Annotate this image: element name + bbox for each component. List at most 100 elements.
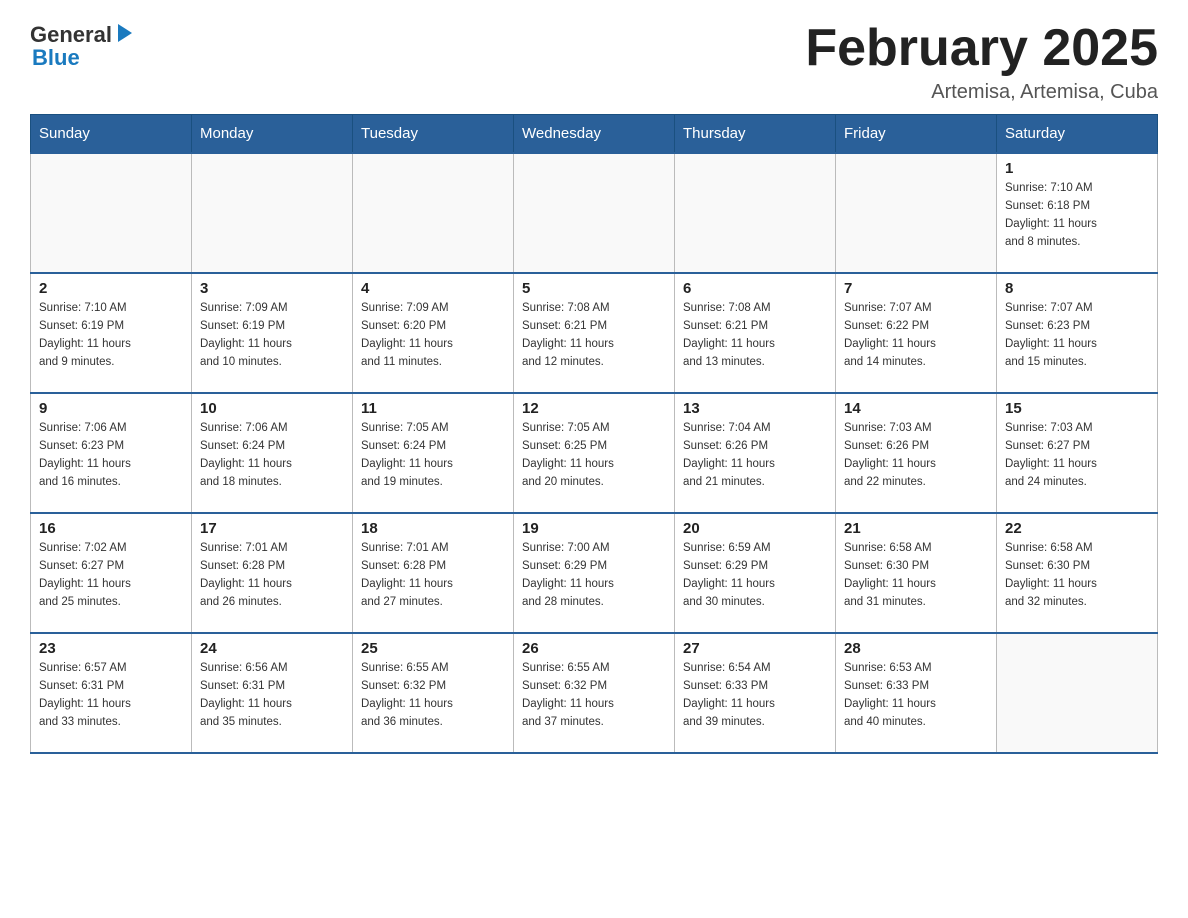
location-title: Artemisa, Artemisa, Cuba — [805, 81, 1158, 104]
calendar-day-cell: 21 Sunrise: 6:58 AMSunset: 6:30 PMDayligh… — [836, 513, 997, 633]
day-info: Sunrise: 6:55 AMSunset: 6:32 PMDaylight:… — [361, 660, 505, 731]
calendar-day-cell: 16 Sunrise: 7:02 AMSunset: 6:27 PMDayligh… — [31, 513, 192, 633]
day-info: Sunrise: 7:06 AMSunset: 6:24 PMDaylight:… — [200, 420, 344, 491]
day-number: 3 — [200, 280, 344, 297]
calendar-day-cell: 2Sunrise: 7:10 AMSunset: 6:19 PMDaylight… — [31, 273, 192, 393]
day-info: Sunrise: 7:09 AMSunset: 6:19 PMDaylight:… — [200, 300, 344, 371]
day-number: 22 — [1005, 520, 1149, 537]
day-number: 10 — [200, 400, 344, 417]
calendar-day-cell: 18 Sunrise: 7:01 AMSunset: 6:28 PMDayligh… — [353, 513, 514, 633]
weekday-header: Monday — [192, 115, 353, 154]
day-number: 7 — [844, 280, 988, 297]
day-info: Sunrise: 7:02 AMSunset: 6:27 PMDaylight:… — [39, 540, 183, 611]
calendar-day-cell: 8 Sunrise: 7:07 AMSunset: 6:23 PMDaylight… — [997, 273, 1158, 393]
calendar-day-cell: 4 Sunrise: 7:09 AMSunset: 6:20 PMDaylight… — [353, 273, 514, 393]
weekday-header: Thursday — [675, 115, 836, 154]
day-number: 21 — [844, 520, 988, 537]
day-info: Sunrise: 6:53 AMSunset: 6:33 PMDaylight:… — [844, 660, 988, 731]
calendar-day-cell: 17Sunrise: 7:01 AMSunset: 6:28 PMDayligh… — [192, 513, 353, 633]
day-info: Sunrise: 7:03 AMSunset: 6:26 PMDaylight:… — [844, 420, 988, 491]
day-number: 6 — [683, 280, 827, 297]
day-number: 16 — [39, 520, 183, 537]
day-number: 15 — [1005, 400, 1149, 417]
calendar-day-cell: 28Sunrise: 6:53 AMSunset: 6:33 PMDayligh… — [836, 633, 997, 753]
calendar-day-cell: 1 Sunrise: 7:10 AMSunset: 6:18 PMDaylight… — [997, 153, 1158, 273]
logo-blue-text: Blue — [32, 45, 80, 70]
day-number: 18 — [361, 520, 505, 537]
calendar-week-row: 1 Sunrise: 7:10 AMSunset: 6:18 PMDaylight… — [31, 153, 1158, 273]
weekday-header: Tuesday — [353, 115, 514, 154]
calendar-day-cell — [353, 153, 514, 273]
day-info: Sunrise: 7:03 AMSunset: 6:27 PMDaylight:… — [1005, 420, 1149, 491]
day-info: Sunrise: 7:05 AMSunset: 6:24 PMDaylight:… — [361, 420, 505, 491]
calendar-day-cell: 23 Sunrise: 6:57 AMSunset: 6:31 PMDayligh… — [31, 633, 192, 753]
calendar-week-row: 9Sunrise: 7:06 AMSunset: 6:23 PMDaylight… — [31, 393, 1158, 513]
title-area: February 2025 Artemisa, Artemisa, Cuba — [805, 20, 1158, 104]
logo: General Blue — [30, 20, 136, 71]
calendar-day-cell: 9Sunrise: 7:06 AMSunset: 6:23 PMDaylight… — [31, 393, 192, 513]
day-info: Sunrise: 6:58 AMSunset: 6:30 PMDaylight:… — [844, 540, 988, 611]
day-number: 11 — [361, 400, 505, 417]
day-info: Sunrise: 7:01 AMSunset: 6:28 PMDaylight:… — [200, 540, 344, 611]
day-number: 5 — [522, 280, 666, 297]
day-number: 23 — [39, 640, 183, 657]
calendar-day-cell: 26 Sunrise: 6:55 AMSunset: 6:32 PMDayligh… — [514, 633, 675, 753]
day-number: 25 — [361, 640, 505, 657]
weekday-header: Wednesday — [514, 115, 675, 154]
day-info: Sunrise: 7:05 AMSunset: 6:25 PMDaylight:… — [522, 420, 666, 491]
calendar-day-cell: 6Sunrise: 7:08 AMSunset: 6:21 PMDaylight… — [675, 273, 836, 393]
day-info: Sunrise: 7:09 AMSunset: 6:20 PMDaylight:… — [361, 300, 505, 371]
calendar-day-cell: 22 Sunrise: 6:58 AMSunset: 6:30 PMDayligh… — [997, 513, 1158, 633]
weekday-header: Saturday — [997, 115, 1158, 154]
day-number: 8 — [1005, 280, 1149, 297]
logo-arrow-icon — [114, 22, 136, 44]
day-info: Sunrise: 6:59 AMSunset: 6:29 PMDaylight:… — [683, 540, 827, 611]
day-number: 1 — [1005, 160, 1149, 177]
day-number: 27 — [683, 640, 827, 657]
day-info: Sunrise: 7:10 AMSunset: 6:18 PMDaylight:… — [1005, 180, 1149, 251]
calendar-week-row: 2Sunrise: 7:10 AMSunset: 6:19 PMDaylight… — [31, 273, 1158, 393]
calendar-day-cell: 24Sunrise: 6:56 AMSunset: 6:31 PMDayligh… — [192, 633, 353, 753]
logo-general-text: General — [30, 22, 112, 48]
calendar-day-cell: 15 Sunrise: 7:03 AMSunset: 6:27 PMDayligh… — [997, 393, 1158, 513]
day-info: Sunrise: 7:10 AMSunset: 6:19 PMDaylight:… — [39, 300, 183, 371]
calendar-day-cell: 13 Sunrise: 7:04 AMSunset: 6:26 PMDayligh… — [675, 393, 836, 513]
weekday-header: Sunday — [31, 115, 192, 154]
calendar-day-cell: 10 Sunrise: 7:06 AMSunset: 6:24 PMDayligh… — [192, 393, 353, 513]
day-info: Sunrise: 7:06 AMSunset: 6:23 PMDaylight:… — [39, 420, 183, 491]
calendar-day-cell: 11 Sunrise: 7:05 AMSunset: 6:24 PMDayligh… — [353, 393, 514, 513]
day-info: Sunrise: 6:58 AMSunset: 6:30 PMDaylight:… — [1005, 540, 1149, 611]
day-number: 26 — [522, 640, 666, 657]
day-info: Sunrise: 7:07 AMSunset: 6:22 PMDaylight:… — [844, 300, 988, 371]
calendar-day-cell: 27 Sunrise: 6:54 AMSunset: 6:33 PMDayligh… — [675, 633, 836, 753]
day-info: Sunrise: 7:04 AMSunset: 6:26 PMDaylight:… — [683, 420, 827, 491]
day-info: Sunrise: 7:00 AMSunset: 6:29 PMDaylight:… — [522, 540, 666, 611]
day-info: Sunrise: 6:55 AMSunset: 6:32 PMDaylight:… — [522, 660, 666, 731]
day-info: Sunrise: 6:54 AMSunset: 6:33 PMDaylight:… — [683, 660, 827, 731]
calendar-day-cell: 5 Sunrise: 7:08 AMSunset: 6:21 PMDaylight… — [514, 273, 675, 393]
month-title: February 2025 — [805, 20, 1158, 77]
calendar-week-row: 23 Sunrise: 6:57 AMSunset: 6:31 PMDayligh… — [31, 633, 1158, 753]
calendar-day-cell: 7 Sunrise: 7:07 AMSunset: 6:22 PMDaylight… — [836, 273, 997, 393]
day-number: 4 — [361, 280, 505, 297]
day-info: Sunrise: 6:56 AMSunset: 6:31 PMDaylight:… — [200, 660, 344, 731]
calendar-day-cell: 3 Sunrise: 7:09 AMSunset: 6:19 PMDaylight… — [192, 273, 353, 393]
page-header: General Blue February 2025 Artemisa, Art… — [30, 20, 1158, 104]
calendar-day-cell — [836, 153, 997, 273]
day-number: 20 — [683, 520, 827, 537]
calendar-day-cell: 12Sunrise: 7:05 AMSunset: 6:25 PMDayligh… — [514, 393, 675, 513]
calendar-day-cell — [31, 153, 192, 273]
day-number: 13 — [683, 400, 827, 417]
day-info: Sunrise: 7:08 AMSunset: 6:21 PMDaylight:… — [522, 300, 666, 371]
day-info: Sunrise: 7:07 AMSunset: 6:23 PMDaylight:… — [1005, 300, 1149, 371]
calendar-day-cell: 20 Sunrise: 6:59 AMSunset: 6:29 PMDayligh… — [675, 513, 836, 633]
day-info: Sunrise: 6:57 AMSunset: 6:31 PMDaylight:… — [39, 660, 183, 731]
day-number: 19 — [522, 520, 666, 537]
calendar-day-cell: 25 Sunrise: 6:55 AMSunset: 6:32 PMDayligh… — [353, 633, 514, 753]
weekday-header: Friday — [836, 115, 997, 154]
calendar-header-row: SundayMondayTuesdayWednesdayThursdayFrid… — [31, 115, 1158, 154]
day-info: Sunrise: 7:01 AMSunset: 6:28 PMDaylight:… — [361, 540, 505, 611]
calendar-day-cell: 19 Sunrise: 7:00 AMSunset: 6:29 PMDayligh… — [514, 513, 675, 633]
calendar-week-row: 16 Sunrise: 7:02 AMSunset: 6:27 PMDayligh… — [31, 513, 1158, 633]
calendar-day-cell — [192, 153, 353, 273]
